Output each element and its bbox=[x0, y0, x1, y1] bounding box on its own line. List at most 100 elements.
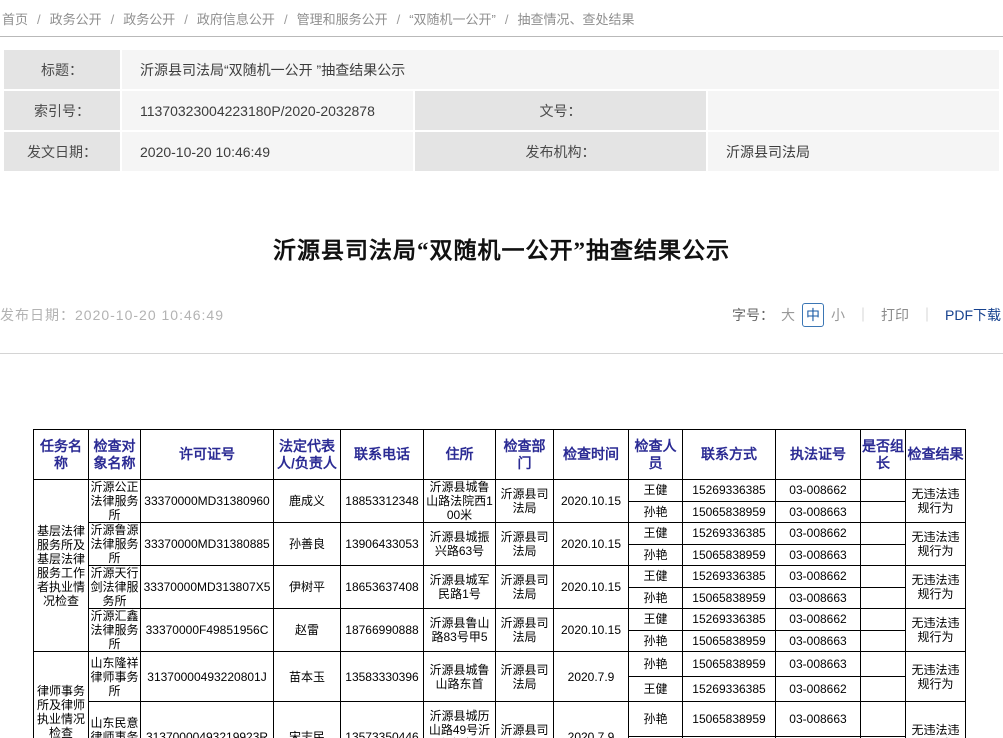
cell-target-name: 沂源鲁源法律服务所 bbox=[89, 523, 141, 566]
meta-title-label: 标题： bbox=[3, 49, 121, 90]
cell-inspect-result: 无违法违规行为 bbox=[906, 652, 966, 702]
table-header-row: 任务名称检查对象名称许可证号法定代表人/负责人联系电话住所检查部门检查时间检查人… bbox=[34, 430, 966, 480]
cell-address: 沂源县城军民路1号 bbox=[424, 566, 496, 609]
pdf-download-button[interactable]: PDF下载 bbox=[945, 305, 1001, 325]
font-size-medium-button[interactable]: 中 bbox=[802, 303, 824, 327]
cell-license-number: 33370000MD313807X5 bbox=[141, 566, 274, 609]
cell-enforcement-cert: 03-008662 bbox=[776, 523, 861, 545]
divider: ｜ bbox=[920, 305, 934, 325]
cell-enforcement-cert: 03-008663 bbox=[776, 702, 861, 737]
table-body: 基层法律服务所及基层法律服务工作者执业情况检查沂源公正法律服务所33370000… bbox=[34, 480, 966, 738]
cell-inspect-date: 2020.7.9 bbox=[554, 702, 629, 738]
divider: ｜ bbox=[856, 305, 870, 325]
cell-inspect-date: 2020.10.15 bbox=[554, 480, 629, 523]
cell-enforcement-cert: 03-008663 bbox=[776, 587, 861, 609]
cell-license-number: 31370000493220801J bbox=[141, 652, 274, 702]
cell-inspector-name: 王健 bbox=[629, 677, 683, 702]
meta-docnum-label: 文号： bbox=[414, 90, 707, 131]
cell-phone: 13573350446 bbox=[341, 702, 424, 738]
table-row: 律师事务所及律师执业情况检查山东隆祥律师事务所31370000493220801… bbox=[34, 652, 966, 677]
cell-inspector-name: 孙艳 bbox=[629, 544, 683, 566]
cell-address: 沂源县城振兴路63号 bbox=[424, 523, 496, 566]
cell-inspect-result: 无违法违规行为 bbox=[906, 702, 966, 738]
print-button[interactable]: 打印 bbox=[881, 305, 909, 325]
breadcrumb-item[interactable]: “双随机一公开” bbox=[409, 12, 496, 27]
publish-date-label: 发布日期： bbox=[0, 307, 75, 323]
meta-title-value: 沂源县司法局“双随机一公开 ”抽查结果公示 bbox=[121, 49, 1000, 90]
cell-inspect-date: 2020.10.15 bbox=[554, 523, 629, 566]
cell-enforcement-cert: 03-008662 bbox=[776, 480, 861, 502]
cell-enforcement-cert: 03-008662 bbox=[776, 677, 861, 702]
cell-inspector-contact: 15269336385 bbox=[683, 480, 776, 502]
cell-inspector-contact: 15269336385 bbox=[683, 677, 776, 702]
breadcrumb-separator: / bbox=[184, 12, 188, 27]
cell-target-name: 山东隆祥律师事务所 bbox=[89, 652, 141, 702]
cell-inspector-contact: 15065838959 bbox=[683, 587, 776, 609]
column-header: 检查部门 bbox=[496, 430, 554, 480]
cell-address: 沂源县鲁山路83号甲5 bbox=[424, 609, 496, 652]
meta-date-value: 2020-10-20 10:46:49 bbox=[121, 131, 414, 172]
column-header: 是否组长 bbox=[861, 430, 906, 480]
cell-is-leader bbox=[861, 566, 906, 588]
cell-inspector-contact: 15065838959 bbox=[683, 652, 776, 677]
cell-inspector-name: 王健 bbox=[629, 566, 683, 588]
cell-is-leader bbox=[861, 630, 906, 652]
breadcrumb-item[interactable]: 首页 bbox=[2, 12, 28, 27]
breadcrumb-item[interactable]: 政务公开 bbox=[50, 12, 102, 27]
cell-enforcement-cert: 03-008663 bbox=[776, 501, 861, 523]
cell-inspect-department: 沂源县司法局 bbox=[496, 702, 554, 738]
cell-is-leader bbox=[861, 677, 906, 702]
cell-inspect-result: 无违法违规行为 bbox=[906, 609, 966, 652]
cell-license-number: 33370000F49851956C bbox=[141, 609, 274, 652]
cell-inspector-name: 孙艳 bbox=[629, 587, 683, 609]
breadcrumb-item[interactable]: 抽查情况、查处结果 bbox=[518, 12, 635, 27]
cell-enforcement-cert: 03-008663 bbox=[776, 652, 861, 677]
cell-inspect-result: 无违法违规行为 bbox=[906, 480, 966, 523]
breadcrumb-separator: / bbox=[284, 12, 288, 27]
inspection-results-table: 任务名称检查对象名称许可证号法定代表人/负责人联系电话住所检查部门检查时间检查人… bbox=[33, 429, 966, 738]
table-row: 沂源鲁源法律服务所33370000MD31380885孙善良1390643305… bbox=[34, 523, 966, 545]
column-header: 执法证号 bbox=[776, 430, 861, 480]
column-header: 法定代表人/负责人 bbox=[274, 430, 341, 480]
breadcrumb-item[interactable]: 政务公开 bbox=[123, 12, 175, 27]
cell-target-name: 山东民意律师事务所 bbox=[89, 702, 141, 738]
cell-inspector-name: 孙艳 bbox=[629, 702, 683, 737]
cell-inspector-contact: 15065838959 bbox=[683, 501, 776, 523]
page-title: 沂源县司法局“双随机一公开”抽查结果公示 bbox=[0, 231, 1003, 265]
horizontal-divider bbox=[0, 353, 1003, 354]
cell-is-leader bbox=[861, 501, 906, 523]
breadcrumb-item[interactable]: 管理和服务公开 bbox=[297, 12, 388, 27]
cell-inspect-result: 无违法违规行为 bbox=[906, 523, 966, 566]
cell-inspector-contact: 15065838959 bbox=[683, 702, 776, 737]
cell-license-number: 33370000MD31380960 bbox=[141, 480, 274, 523]
cell-inspector-name: 王健 bbox=[629, 480, 683, 502]
meta-agency-label: 发布机构： bbox=[414, 131, 707, 172]
cell-inspector-name: 孙艳 bbox=[629, 652, 683, 677]
cell-inspect-date: 2020.10.15 bbox=[554, 609, 629, 652]
cell-phone: 13906433053 bbox=[341, 523, 424, 566]
cell-inspect-date: 2020.7.9 bbox=[554, 652, 629, 702]
cell-inspect-result: 无违法违规行为 bbox=[906, 566, 966, 609]
cell-address: 沂源县城历山路49号沂源商务大厦B座16楼 bbox=[424, 702, 496, 738]
meta-date-label: 发文日期： bbox=[3, 131, 121, 172]
cell-legal-representative: 宋志民 bbox=[274, 702, 341, 738]
cell-is-leader bbox=[861, 544, 906, 566]
column-header: 许可证号 bbox=[141, 430, 274, 480]
breadcrumb: 首页/政务公开/政务公开/政府信息公开/管理和服务公开/“双随机一公开”/抽查情… bbox=[0, 0, 1003, 37]
column-header: 联系电话 bbox=[341, 430, 424, 480]
cell-inspector-contact: 15065838959 bbox=[683, 630, 776, 652]
cell-inspector-contact: 15269336385 bbox=[683, 523, 776, 545]
cell-inspector-contact: 15269336385 bbox=[683, 609, 776, 631]
font-size-large-button[interactable]: 大 bbox=[781, 305, 795, 325]
cell-phone: 18766990888 bbox=[341, 609, 424, 652]
cell-phone: 18853312348 bbox=[341, 480, 424, 523]
meta-index-label: 索引号： bbox=[3, 90, 121, 131]
cell-legal-representative: 伊树平 bbox=[274, 566, 341, 609]
column-header: 住所 bbox=[424, 430, 496, 480]
font-size-small-button[interactable]: 小 bbox=[831, 305, 845, 325]
cell-enforcement-cert: 03-008662 bbox=[776, 566, 861, 588]
breadcrumb-item[interactable]: 政府信息公开 bbox=[197, 12, 275, 27]
cell-task-name: 基层法律服务所及基层法律服务工作者执业情况检查 bbox=[34, 480, 89, 652]
breadcrumb-separator: / bbox=[37, 12, 41, 27]
font-size-controls: 字号： 大 中 小 ｜ 打印 ｜ PDF下载 bbox=[732, 303, 1001, 327]
